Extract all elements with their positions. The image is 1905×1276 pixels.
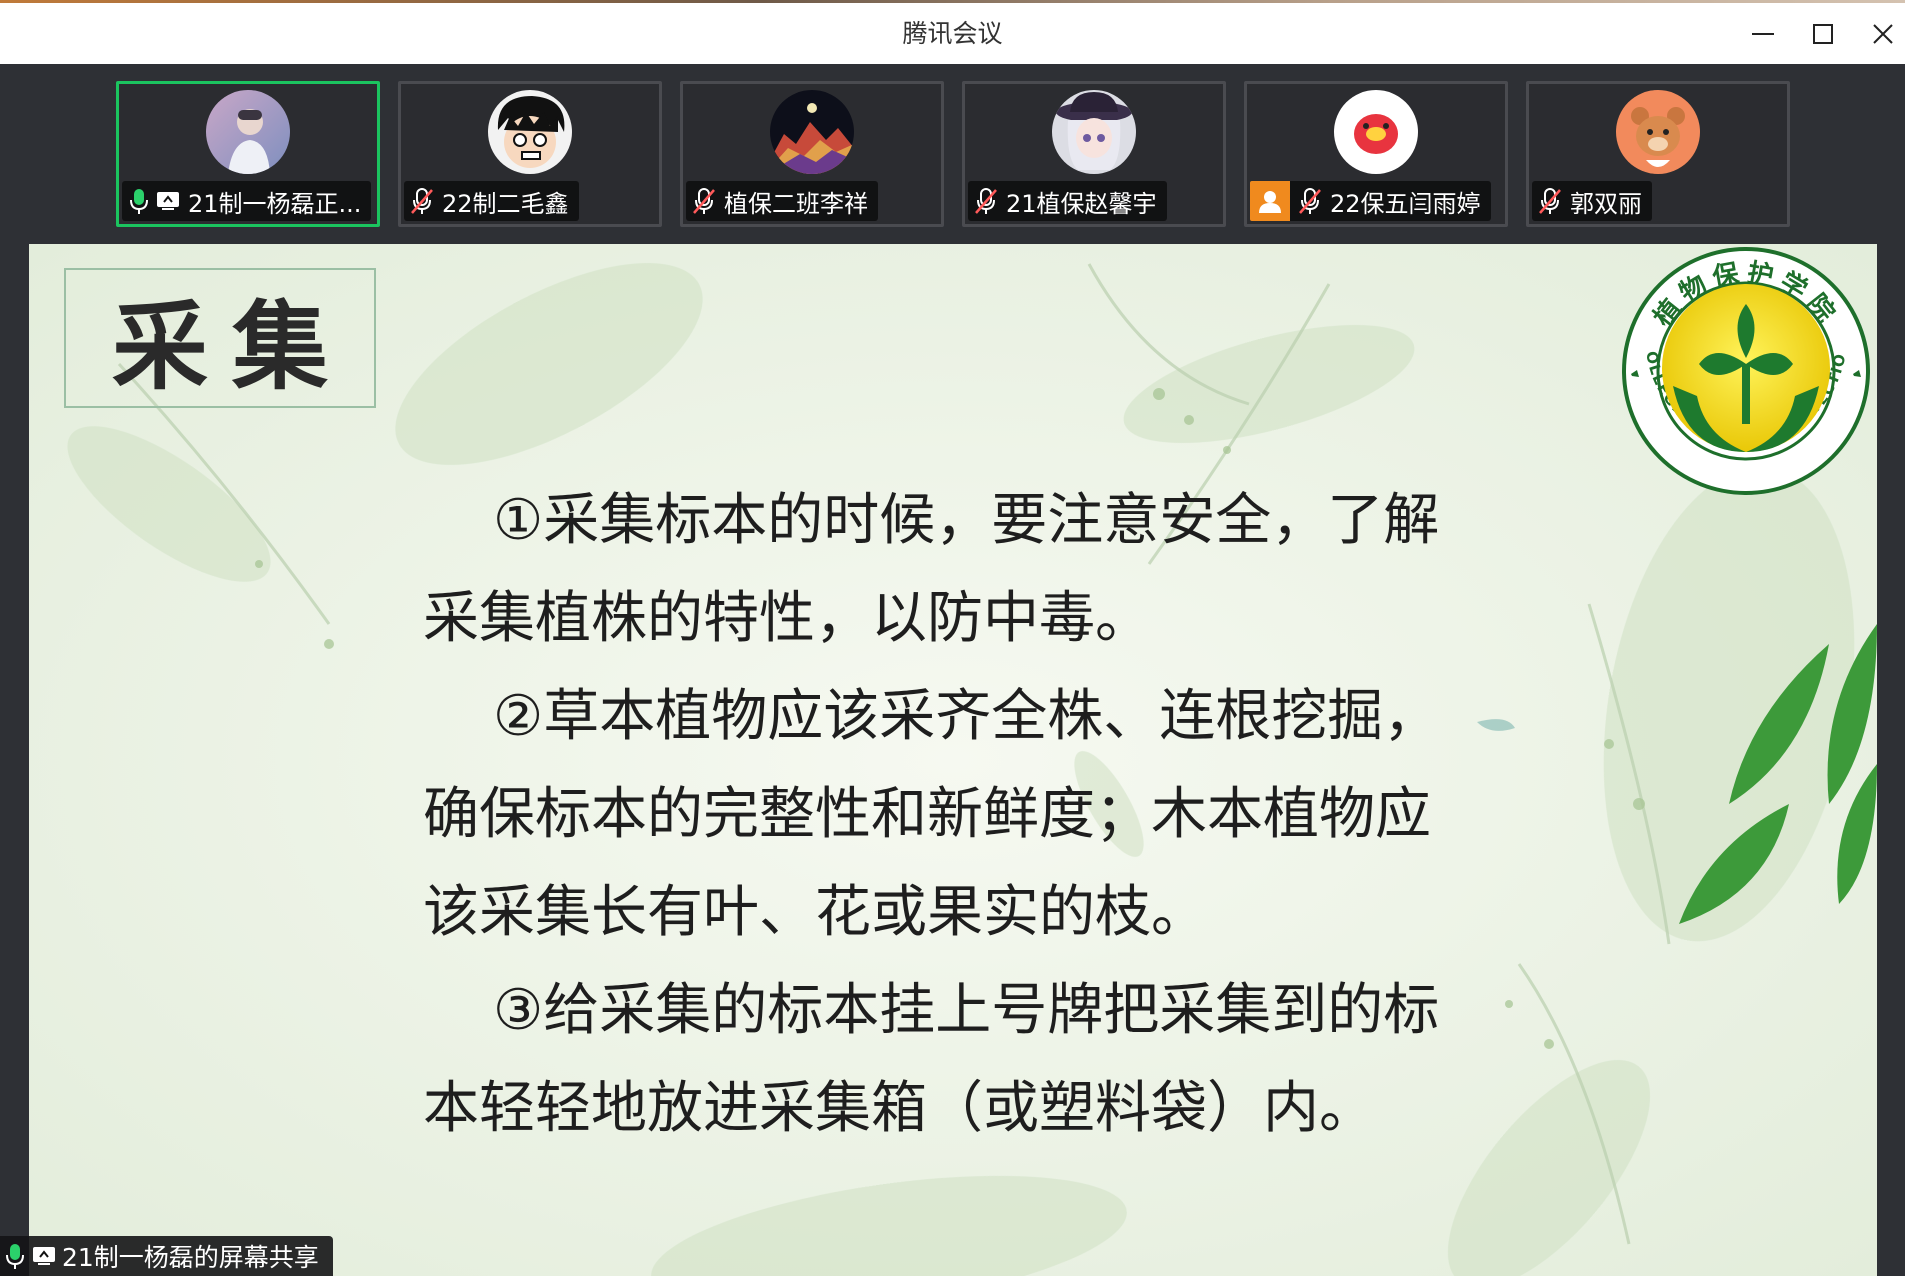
name-plate: 植保二班李祥 (686, 181, 878, 221)
participant-name: 21植保赵馨宇 (1006, 189, 1157, 218)
avatar (206, 90, 290, 174)
share-label-text: 21制一杨磊的屏幕共享 (62, 1243, 319, 1272)
minimize-icon (1752, 32, 1774, 35)
participant-name: 植保二班李祥 (724, 189, 868, 218)
participant-name: 22保五闫雨婷 (1330, 189, 1481, 218)
name-plate: 22制二毛鑫 (404, 181, 579, 221)
slide-title-box: 采集 (64, 268, 376, 408)
maximize-icon (1813, 23, 1833, 44)
participant-name: 郭双丽 (1570, 189, 1642, 218)
participant-tile[interactable]: 植保二班李祥 (680, 81, 944, 227)
mic-muted-icon (974, 187, 998, 215)
participant-name: 22制二毛鑫 (442, 189, 569, 218)
participant-tile[interactable]: 21植保赵馨宇 (962, 81, 1226, 227)
mic-muted-icon (1298, 187, 1322, 215)
slide-paragraph: ①采集标本的时候，要注意安全，了解采集植株的特性，以防中毒。 (423, 488, 1440, 651)
mic-muted-icon (692, 187, 716, 215)
close-button[interactable] (1853, 3, 1905, 64)
title-bar: 腾讯会议 (0, 3, 1905, 64)
participant-tile[interactable]: 郭双丽 (1526, 81, 1790, 227)
window-title: 腾讯会议 (902, 19, 1003, 48)
microphone-icon (4, 1242, 26, 1270)
name-plate: 22保五闫雨婷 (1250, 181, 1491, 221)
close-icon (1873, 23, 1893, 44)
slide-title: 采集 (112, 289, 352, 403)
mic-muted-icon (1538, 187, 1562, 215)
screen-share-area[interactable]: 采集 ①采集标本的时候，要注意安全，了解采集植株的特性，以防中毒。 ②草本植物应… (0, 244, 1905, 1276)
participant-name: 21制一杨磊正... (188, 189, 362, 218)
avatar (1052, 90, 1136, 174)
slide-body: ①采集标本的时候，要注意安全，了解采集植株的特性，以防中毒。 ②草本植物应该采齐… (423, 472, 1443, 1158)
participant-strip: 21制一杨磊正... 22制二毛鑫 植保二班李祥 21植保赵馨宇 22保五闫雨婷… (0, 64, 1905, 244)
name-plate: 21制一杨磊正... (122, 181, 372, 221)
slide-paragraph: ③给采集的标本挂上号牌把采集到的标本轻轻地放进采集箱（或塑料袋）内。 (423, 978, 1440, 1141)
avatar (770, 90, 854, 174)
avatar (1334, 90, 1418, 174)
host-icon (1250, 181, 1290, 221)
screen-share-icon (32, 1245, 56, 1267)
screen-share-label[interactable]: 21制一杨磊的屏幕共享 (0, 1236, 333, 1276)
screen-share-icon (156, 190, 180, 212)
shared-slide: 采集 ①采集标本的时候，要注意安全，了解采集植株的特性，以防中毒。 ②草本植物应… (29, 244, 1877, 1276)
mic-muted-icon (410, 187, 434, 215)
avatar (488, 90, 572, 174)
avatar (1616, 90, 1700, 174)
participant-tile[interactable]: 21制一杨磊正... (116, 81, 380, 227)
minimize-button[interactable] (1733, 3, 1793, 64)
participant-tile[interactable]: 22保五闫雨婷 (1244, 81, 1508, 227)
name-plate: 21植保赵馨宇 (968, 181, 1167, 221)
participant-tile[interactable]: 22制二毛鑫 (398, 81, 662, 227)
maximize-button[interactable] (1793, 3, 1853, 64)
slide-paragraph: ②草本植物应该采齐全株、连根挖掘，确保标本的完整性和新鲜度；木本植物应该采集长有… (423, 684, 1440, 945)
college-logo: 植物保护学院 COLLEGE OF PLANT PROTECTION (1617, 246, 1870, 495)
name-plate: 郭双丽 (1532, 181, 1652, 221)
microphone-icon (128, 187, 150, 215)
